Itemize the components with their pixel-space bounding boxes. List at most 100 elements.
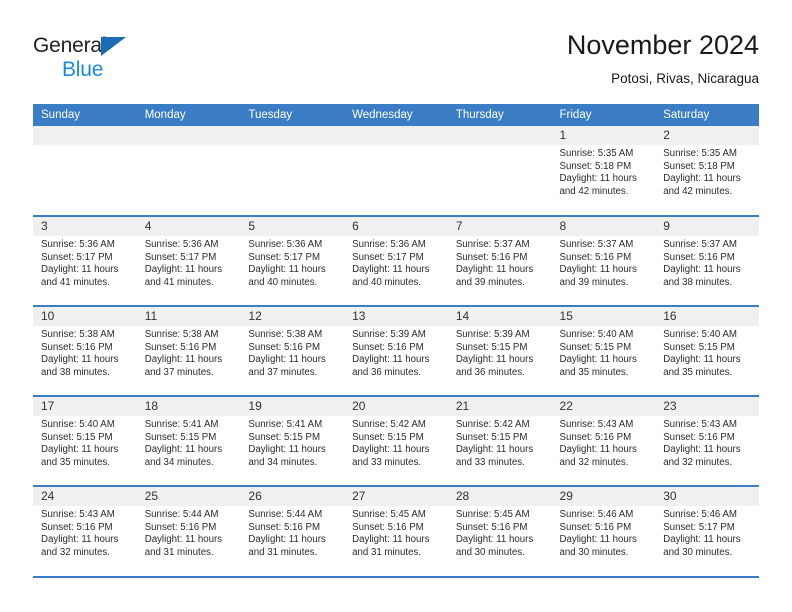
day-cell-inner (33, 126, 137, 214)
day-sun-info: Sunrise: 5:45 AM Sunset: 5:16 PM Daylight:… (448, 506, 552, 559)
calendar-day-cell-empty (136, 126, 241, 216)
day-sun-info: Sunrise: 5:43 AM Sunset: 5:16 PM Daylight:… (552, 416, 656, 469)
daylight-text-line1: Daylight: 11 hours (559, 444, 637, 456)
calendar-day-cell[interactable]: 26 Sunrise: 5:44 AM Sunset: 5:16 PM Dayligh… (240, 485, 345, 576)
day-sun-info: Sunrise: 5:40 AM Sunset: 5:15 PM Daylight:… (33, 416, 137, 469)
day-cell-inner: 6 Sunrise: 5:36 AM Sunset: 5:17 PM Daylight… (344, 217, 448, 305)
title-block: November 2024 Potosi, Rivas, Nicaragua (567, 28, 759, 90)
calendar-day-cell[interactable]: 30 Sunrise: 5:46 AM Sunset: 5:17 PM Dayligh… (655, 485, 759, 576)
sunrise-text: Sunrise: 5:38 AM (248, 329, 323, 340)
calendar-day-cell[interactable]: 16 Sunrise: 5:40 AM Sunset: 5:15 PM Dayligh… (655, 305, 759, 396)
calendar-day-cell[interactable]: 27 Sunrise: 5:45 AM Sunset: 5:16 PM Dayligh… (344, 485, 448, 576)
day-cell-inner: 28 Sunrise: 5:45 AM Sunset: 5:16 PM Dayligh… (447, 487, 552, 575)
sunrise-text: Sunrise: 5:37 AM (663, 239, 737, 250)
day-cell-inner: 16 Sunrise: 5:40 AM Sunset: 5:15 PM Dayligh… (655, 307, 759, 395)
sunset-text: Sunset: 5:15 PM (559, 341, 632, 353)
sunrise-text: Sunrise: 5:46 AM (559, 509, 634, 520)
calendar-day-cell[interactable]: 12 Sunrise: 5:38 AM Sunset: 5:16 PM Dayligh… (240, 305, 345, 396)
day-cell-inner (240, 126, 345, 214)
calendar-day-cell[interactable]: 29 Sunrise: 5:46 AM Sunset: 5:16 PM Dayligh… (551, 485, 656, 576)
calendar-day-cell-empty (344, 126, 448, 216)
logo-text-blue: Blue (62, 58, 104, 81)
calendar-day-cell[interactable]: 10 Sunrise: 5:38 AM Sunset: 5:16 PM Dayligh… (33, 305, 137, 396)
day-cell-inner: 27 Sunrise: 5:45 AM Sunset: 5:16 PM Dayligh… (344, 487, 448, 575)
bottom-divider (33, 576, 759, 578)
daylight-text-line2: and 33 minutes. (352, 456, 422, 468)
daylight-text-line1: Daylight: 11 hours (559, 534, 637, 546)
calendar-day-cell[interactable]: 17 Sunrise: 5:40 AM Sunset: 5:15 PM Dayligh… (33, 395, 137, 486)
calendar-day-cell[interactable]: 23 Sunrise: 5:43 AM Sunset: 5:16 PM Dayligh… (655, 395, 759, 486)
sunset-text: Sunset: 5:16 PM (144, 521, 217, 533)
day-sun-info: Sunrise: 5:36 AM Sunset: 5:17 PM Daylight:… (137, 236, 241, 289)
day-number: 25 (136, 487, 241, 506)
day-sun-info: Sunrise: 5:43 AM Sunset: 5:16 PM Daylight:… (655, 416, 759, 469)
calendar-day-cell[interactable]: 25 Sunrise: 5:44 AM Sunset: 5:16 PM Dayligh… (136, 485, 241, 576)
calendar-day-cell[interactable]: 20 Sunrise: 5:42 AM Sunset: 5:15 PM Dayligh… (344, 395, 448, 486)
day-sun-info: Sunrise: 5:41 AM Sunset: 5:15 PM Daylight:… (137, 416, 241, 469)
daylight-text-line2: and 34 minutes. (144, 456, 214, 468)
day-cell-inner: 7 Sunrise: 5:37 AM Sunset: 5:16 PM Daylight… (447, 217, 552, 305)
calendar-day-cell[interactable]: 13 Sunrise: 5:39 AM Sunset: 5:16 PM Dayligh… (344, 305, 448, 396)
day-number: 21 (447, 397, 552, 416)
daylight-text-line2: and 31 minutes. (248, 546, 318, 558)
day-cell-inner (447, 126, 552, 214)
calendar-day-cell[interactable]: 2 Sunrise: 5:35 AM Sunset: 5:18 PM Daylight… (655, 126, 759, 216)
daylight-text-line2: and 42 minutes. (663, 185, 733, 197)
calendar-day-cell[interactable]: 28 Sunrise: 5:45 AM Sunset: 5:16 PM Dayligh… (447, 485, 552, 576)
calendar-day-cell[interactable]: 6 Sunrise: 5:36 AM Sunset: 5:17 PM Daylight… (344, 215, 448, 306)
calendar-day-cell[interactable]: 5 Sunrise: 5:36 AM Sunset: 5:17 PM Daylight… (240, 215, 345, 306)
day-sun-info: Sunrise: 5:37 AM Sunset: 5:16 PM Daylight:… (552, 236, 656, 289)
calendar-day-cell[interactable]: 9 Sunrise: 5:37 AM Sunset: 5:16 PM Daylight… (655, 215, 759, 306)
calendar-day-cell-empty (33, 126, 137, 216)
day-number: 1 (551, 126, 656, 145)
sunset-text: Sunset: 5:16 PM (559, 431, 632, 443)
sunrise-text: Sunrise: 5:45 AM (455, 509, 530, 520)
day-cell-inner: 1 Sunrise: 5:35 AM Sunset: 5:18 PM Daylight… (551, 126, 656, 214)
daylight-text-line1: Daylight: 11 hours (663, 534, 741, 546)
day-cell-inner: 14 Sunrise: 5:39 AM Sunset: 5:15 PM Dayligh… (447, 307, 552, 395)
sunset-text: Sunset: 5:15 PM (352, 431, 424, 443)
day-sun-info: Sunrise: 5:44 AM Sunset: 5:16 PM Daylight:… (137, 506, 241, 559)
calendar-day-cell[interactable]: 22 Sunrise: 5:43 AM Sunset: 5:16 PM Dayligh… (551, 395, 656, 486)
logo-text-general: General (33, 34, 107, 57)
calendar-day-cell[interactable]: 1 Sunrise: 5:35 AM Sunset: 5:18 PM Daylight… (551, 126, 656, 216)
day-number: 5 (240, 217, 345, 236)
calendar-day-cell[interactable]: 11 Sunrise: 5:38 AM Sunset: 5:16 PM Dayligh… (136, 305, 241, 396)
daylight-text-line2: and 33 minutes. (455, 456, 525, 468)
daylight-text-line1: Daylight: 11 hours (455, 534, 534, 546)
calendar-day-cell[interactable]: 15 Sunrise: 5:40 AM Sunset: 5:15 PM Dayligh… (551, 305, 656, 396)
sunrise-text: Sunrise: 5:36 AM (144, 239, 219, 250)
day-number: 14 (447, 307, 552, 326)
sunset-text: Sunset: 5:15 PM (248, 431, 321, 443)
sunset-text: Sunset: 5:16 PM (455, 251, 528, 263)
day-cell-inner: 24 Sunrise: 5:43 AM Sunset: 5:16 PM Dayligh… (33, 487, 137, 575)
calendar-day-cell[interactable]: 7 Sunrise: 5:37 AM Sunset: 5:16 PM Daylight… (447, 215, 552, 306)
day-number: 11 (136, 307, 241, 326)
day-sun-info: Sunrise: 5:45 AM Sunset: 5:16 PM Daylight:… (344, 506, 448, 559)
calendar-day-cell[interactable]: 14 Sunrise: 5:39 AM Sunset: 5:15 PM Dayligh… (447, 305, 552, 396)
calendar-day-cell[interactable]: 18 Sunrise: 5:41 AM Sunset: 5:15 PM Dayligh… (136, 395, 241, 486)
day-cell-inner: 20 Sunrise: 5:42 AM Sunset: 5:15 PM Dayligh… (344, 397, 448, 485)
calendar-day-cell[interactable]: 8 Sunrise: 5:37 AM Sunset: 5:16 PM Daylight… (551, 215, 656, 306)
calendar-day-cell[interactable]: 24 Sunrise: 5:43 AM Sunset: 5:16 PM Dayligh… (33, 485, 137, 576)
calendar-day-cell[interactable]: 3 Sunrise: 5:36 AM Sunset: 5:17 PM Daylight… (33, 215, 137, 306)
day-number: 8 (551, 217, 656, 236)
calendar-day-cell[interactable]: 21 Sunrise: 5:42 AM Sunset: 5:15 PM Dayligh… (447, 395, 552, 486)
day-sun-info: Sunrise: 5:41 AM Sunset: 5:15 PM Daylight:… (240, 416, 344, 469)
day-sun-info: Sunrise: 5:39 AM Sunset: 5:15 PM Daylight:… (448, 326, 552, 379)
calendar-day-cell[interactable]: 19 Sunrise: 5:41 AM Sunset: 5:15 PM Dayligh… (240, 395, 345, 486)
day-number: 16 (655, 307, 759, 326)
daylight-text-line1: Daylight: 11 hours (352, 534, 430, 546)
day-cell-inner: 15 Sunrise: 5:40 AM Sunset: 5:15 PM Dayligh… (551, 307, 656, 395)
sunset-text: Sunset: 5:15 PM (455, 341, 528, 353)
sunset-text: Sunset: 5:17 PM (248, 251, 321, 263)
day-number: 19 (240, 397, 345, 416)
sunrise-text: Sunrise: 5:43 AM (41, 509, 115, 520)
sunset-text: Sunset: 5:16 PM (144, 341, 217, 353)
day-cell-inner: 2 Sunrise: 5:35 AM Sunset: 5:18 PM Daylight… (655, 126, 759, 214)
day-sun-info: Sunrise: 5:42 AM Sunset: 5:15 PM Daylight:… (344, 416, 448, 469)
day-sun-info: Sunrise: 5:38 AM Sunset: 5:16 PM Daylight:… (33, 326, 137, 379)
general-blue-logo[interactable]: General Blue (33, 34, 233, 90)
sunrise-text: Sunrise: 5:37 AM (455, 239, 530, 250)
calendar-day-cell[interactable]: 4 Sunrise: 5:36 AM Sunset: 5:17 PM Daylight… (136, 215, 241, 306)
